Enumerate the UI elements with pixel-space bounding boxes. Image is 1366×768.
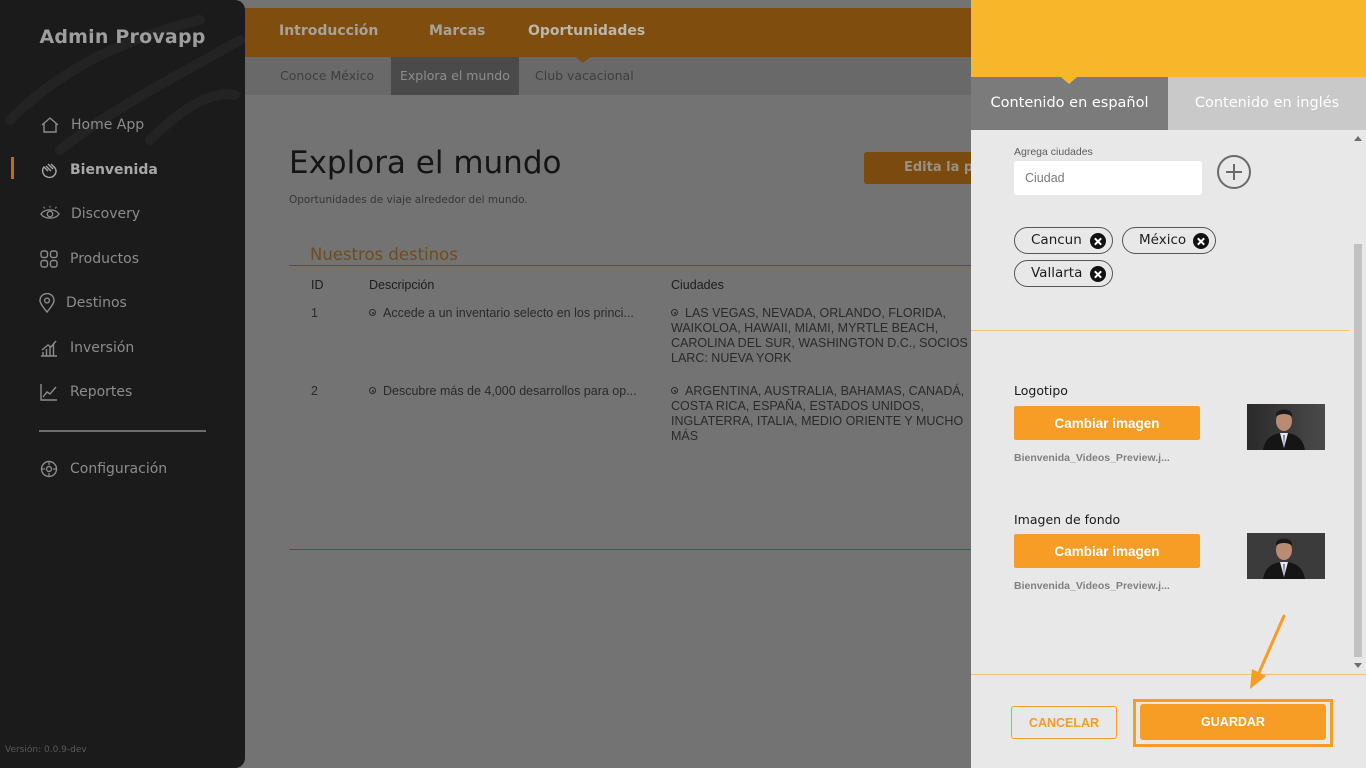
remove-chip-icon[interactable] bbox=[1090, 266, 1106, 282]
column-header-ciudades: Ciudades bbox=[671, 278, 724, 292]
scroll-up-icon[interactable] bbox=[1354, 136, 1362, 141]
remove-chip-icon[interactable] bbox=[1090, 233, 1106, 249]
add-city-button[interactable] bbox=[1217, 155, 1251, 189]
column-header-id: ID bbox=[311, 278, 324, 292]
bar-chart-icon bbox=[39, 338, 59, 358]
sidebar: Admin Provapp Home App Bienvenida Discov… bbox=[0, 0, 245, 768]
add-cities-label: Agrega ciudades bbox=[1014, 146, 1093, 158]
cities-text: LAS VEGAS, NEVADA, ORLANDO, FLORIDA, WAI… bbox=[671, 306, 968, 365]
table-cell-description: Accede a un inventario selecto en los pr… bbox=[369, 306, 634, 321]
background-filename: Bienvenida_Videos_Preview.j... bbox=[1014, 580, 1170, 592]
sidebar-item-discovery[interactable]: Discovery bbox=[0, 199, 245, 229]
city-chip: Cancun bbox=[1014, 227, 1113, 254]
drawer-scrollbar[interactable] bbox=[1350, 130, 1366, 674]
city-chip: México bbox=[1122, 227, 1216, 254]
scroll-down-icon[interactable] bbox=[1354, 663, 1362, 668]
change-logo-button[interactable]: Cambiar imagen bbox=[1014, 406, 1200, 440]
bullet-icon bbox=[671, 387, 678, 394]
sidebar-item-destinos[interactable]: Destinos bbox=[0, 288, 245, 318]
main-content: Explora el mundo Oportunidades de viaje … bbox=[245, 95, 974, 768]
sub-navigation: Conoce México Explora el mundo Club vaca… bbox=[245, 57, 971, 95]
line-chart-icon bbox=[39, 382, 59, 402]
sidebar-item-label: Home App bbox=[71, 117, 145, 133]
sidebar-item-configuracion[interactable]: Configuración bbox=[0, 454, 245, 484]
chip-label: México bbox=[1139, 232, 1187, 248]
drawer-divider bbox=[971, 330, 1349, 331]
bullet-icon bbox=[369, 309, 376, 316]
sidebar-item-label: Discovery bbox=[71, 206, 141, 222]
hand-wave-icon bbox=[39, 160, 59, 180]
sidebar-item-bienvenida[interactable]: Bienvenida bbox=[0, 155, 245, 185]
top-navigation: Introducción Marcas Oportunidades bbox=[245, 8, 971, 57]
change-background-button[interactable]: Cambiar imagen bbox=[1014, 534, 1200, 568]
footer-divider bbox=[971, 674, 1366, 675]
save-button[interactable]: GUARDAR bbox=[1140, 704, 1326, 740]
logo-thumbnail bbox=[1247, 404, 1325, 450]
column-header-descripcion: Descripción bbox=[369, 278, 435, 292]
active-indicator bbox=[11, 157, 14, 179]
sidebar-item-label: Inversión bbox=[70, 340, 135, 356]
bullet-icon bbox=[671, 309, 678, 316]
tab-introduccion[interactable]: Introducción bbox=[279, 23, 378, 39]
table-cell-cities: ARGENTINA, AUSTRALIA, BAHAMAS, CANADÁ, C… bbox=[671, 384, 971, 444]
bullet-icon bbox=[369, 387, 376, 394]
chip-label: Cancun bbox=[1031, 232, 1082, 248]
table-cell-id: 2 bbox=[311, 384, 318, 398]
logo-label: Logotipo bbox=[1014, 383, 1068, 398]
city-input[interactable] bbox=[1014, 161, 1202, 195]
subtab-conoce-mexico[interactable]: Conoce México bbox=[280, 57, 374, 95]
remove-chip-icon[interactable] bbox=[1193, 233, 1209, 249]
sidebar-item-reportes[interactable]: Reportes bbox=[0, 377, 245, 407]
sidebar-item-productos[interactable]: Productos bbox=[0, 244, 245, 274]
section-divider bbox=[289, 549, 971, 550]
eye-icon bbox=[40, 204, 60, 224]
sidebar-item-label: Destinos bbox=[66, 295, 127, 311]
sidebar-item-label: Reportes bbox=[70, 384, 133, 400]
grid-icon bbox=[39, 249, 59, 269]
background-image-label: Imagen de fondo bbox=[1014, 512, 1121, 527]
section-divider bbox=[289, 265, 971, 266]
app-brand: Admin Provapp bbox=[39, 26, 206, 48]
sidebar-item-label: Bienvenida bbox=[70, 162, 158, 178]
tab-contenido-ingles[interactable]: Contenido en inglés bbox=[1168, 77, 1366, 130]
description-text: Descubre más de 4,000 desarrollos para o… bbox=[383, 384, 637, 398]
location-pin-icon bbox=[37, 293, 57, 313]
chip-label: Vallarta bbox=[1031, 265, 1083, 281]
background-thumbnail bbox=[1247, 533, 1325, 579]
home-icon bbox=[40, 115, 60, 135]
logo-filename: Bienvenida_Videos_Preview.j... bbox=[1014, 452, 1170, 464]
table-cell-cities: LAS VEGAS, NEVADA, ORLANDO, FLORIDA, WAI… bbox=[671, 306, 971, 366]
description-text: Accede a un inventario selecto en los pr… bbox=[383, 306, 634, 320]
edit-button[interactable]: Edita la po bbox=[864, 152, 974, 184]
city-chip: Vallarta bbox=[1014, 260, 1113, 287]
tab-marcas[interactable]: Marcas bbox=[429, 23, 485, 39]
subtab-explora-el-mundo[interactable]: Explora el mundo bbox=[391, 57, 519, 95]
gear-icon bbox=[39, 459, 59, 479]
section-title: Nuestros destinos bbox=[310, 245, 458, 264]
tab-oportunidades[interactable]: Oportunidades bbox=[528, 23, 645, 39]
table-cell-description: Descubre más de 4,000 desarrollos para o… bbox=[369, 384, 637, 399]
page-subtitle: Oportunidades de viaje alrededor del mun… bbox=[289, 194, 528, 206]
cancel-button[interactable]: CANCELAR bbox=[1011, 706, 1117, 739]
page-title: Explora el mundo bbox=[289, 145, 562, 181]
sidebar-item-home-app[interactable]: Home App bbox=[0, 110, 245, 140]
tab-contenido-espanol[interactable]: Contenido en español bbox=[971, 77, 1168, 130]
table-cell-id: 1 bbox=[311, 306, 318, 320]
active-tab-caret bbox=[1061, 77, 1077, 84]
drawer-header bbox=[971, 0, 1366, 77]
annotation-arrow-icon bbox=[1250, 614, 1286, 689]
scrollbar-thumb[interactable] bbox=[1354, 244, 1362, 657]
sidebar-item-label: Productos bbox=[70, 251, 140, 267]
sidebar-item-label: Configuración bbox=[70, 461, 168, 477]
active-tab-caret bbox=[576, 57, 590, 63]
cities-text: ARGENTINA, AUSTRALIA, BAHAMAS, CANADÁ, C… bbox=[671, 384, 965, 443]
sidebar-item-inversion[interactable]: Inversión bbox=[0, 333, 245, 363]
version-label: Versión: 0.0.9-dev bbox=[5, 745, 87, 755]
edit-drawer: Contenido en español Contenido en inglés… bbox=[971, 0, 1366, 768]
sidebar-divider bbox=[39, 430, 206, 432]
